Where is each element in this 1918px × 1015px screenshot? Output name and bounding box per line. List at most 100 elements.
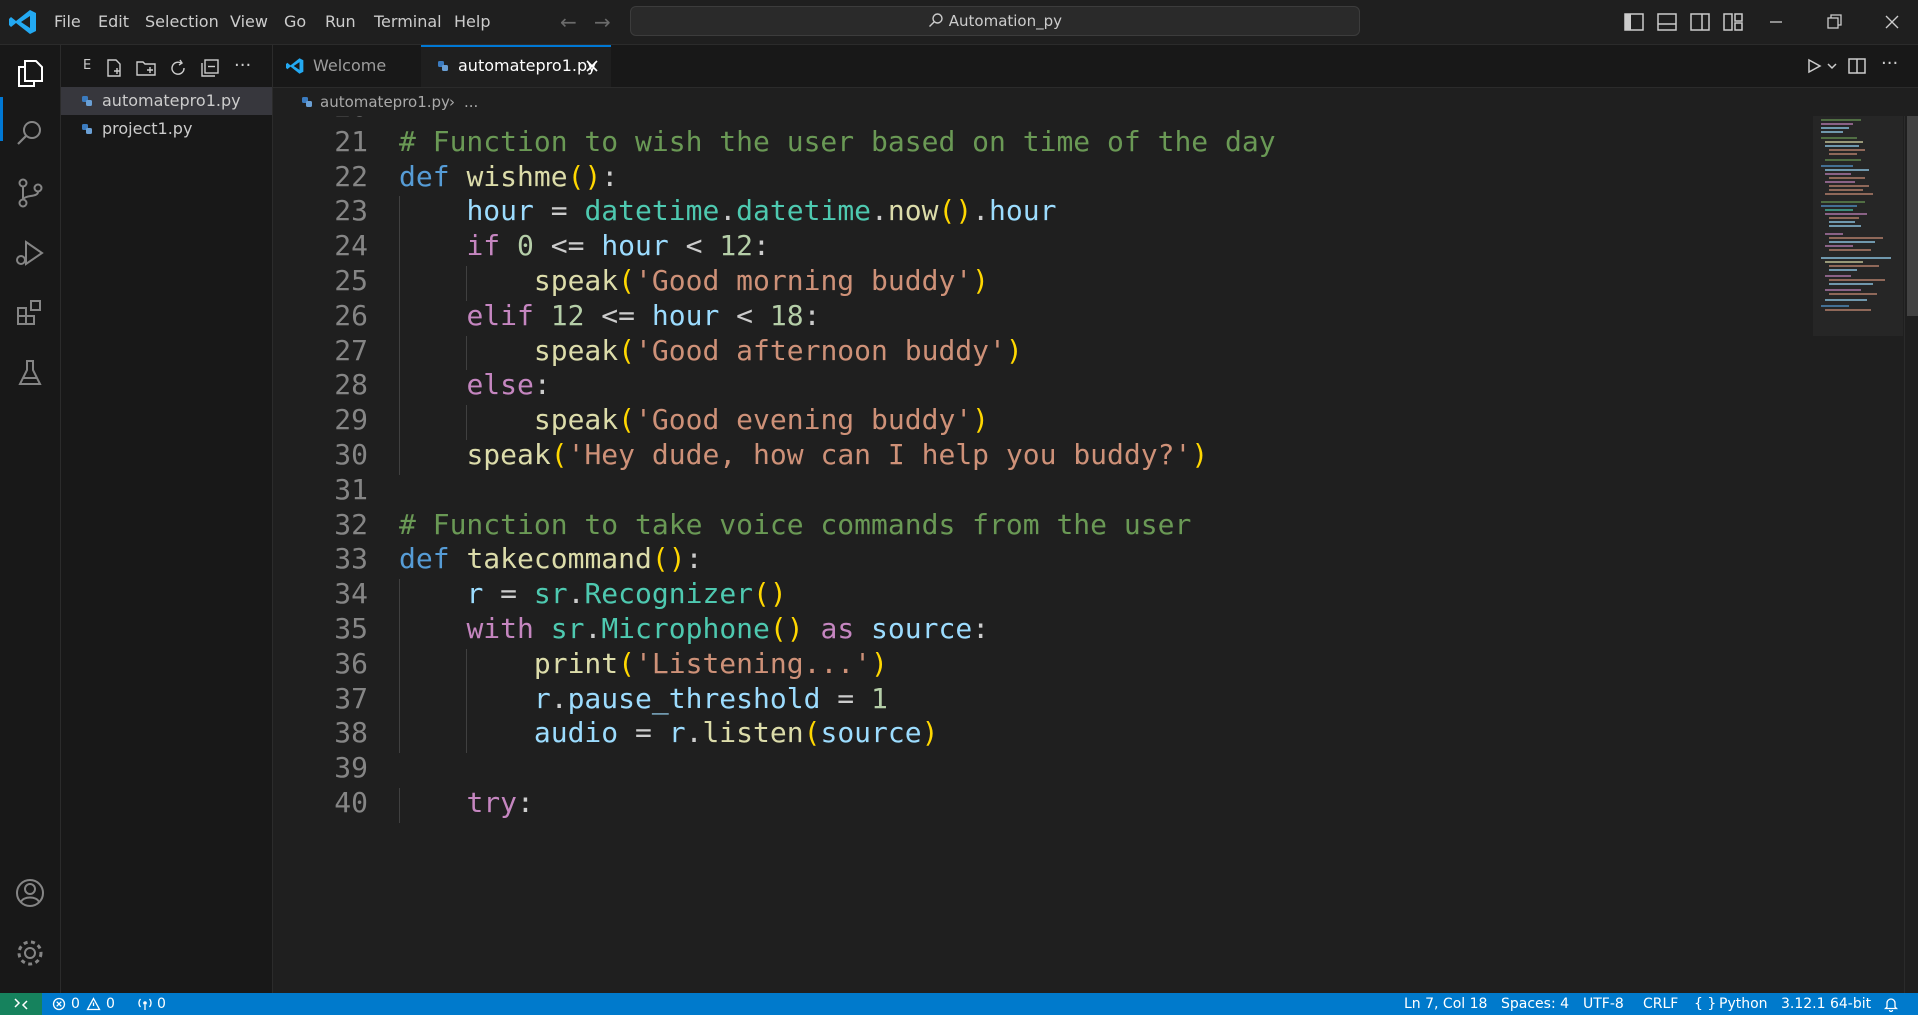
code-line[interactable]: def wishme():: [399, 160, 618, 193]
tab-automatepro1[interactable]: automatepro1.py: [421, 45, 611, 87]
minimize-window-icon[interactable]: [1764, 10, 1788, 34]
code-token: hour: [651, 298, 720, 332]
run-and-debug-icon[interactable]: [12, 235, 48, 271]
new-folder-icon[interactable]: [135, 57, 157, 79]
python-file-icon: [82, 96, 92, 106]
explorer-icon[interactable]: [12, 55, 48, 91]
toggle-primary-sidebar-icon[interactable]: [1622, 10, 1646, 34]
code-token: 12: [719, 229, 754, 263]
code-token: def: [399, 542, 450, 576]
end-of-line[interactable]: CRLF: [1643, 993, 1678, 1015]
close-tab-icon[interactable]: [585, 59, 599, 73]
code-token: (): [753, 577, 787, 611]
more-actions-icon[interactable]: ···: [234, 55, 251, 76]
search-icon[interactable]: [12, 115, 48, 151]
code-token: Microphone: [601, 612, 770, 645]
toggle-panel-icon[interactable]: [1655, 10, 1679, 34]
code-token: (): [769, 612, 804, 645]
explorer-file-project1[interactable]: project1.py: [61, 115, 272, 143]
indentation[interactable]: Spaces: 4: [1501, 993, 1569, 1015]
indent-guide: [466, 335, 468, 371]
code-token: ): [1005, 333, 1023, 367]
code-line[interactable]: if 0 <= hour < 12:: [399, 229, 769, 263]
code-token: 'Hey dude, how can I help you buddy?': [567, 438, 1192, 471]
scrollbar-thumb[interactable]: [1907, 116, 1918, 316]
code-token: datetime: [736, 194, 872, 228]
nav-forward-arrow-icon[interactable]: →: [594, 10, 611, 34]
testing-flask-icon[interactable]: [12, 355, 48, 391]
cursor-position[interactable]: Ln 7, Col 18: [1404, 993, 1487, 1015]
code-line[interactable]: with sr.Microphone() as source:: [399, 612, 989, 645]
indent-guide: [399, 718, 400, 754]
ports-count[interactable]: 0: [157, 993, 166, 1015]
code-line[interactable]: hour = datetime.datetime.now().hour: [399, 194, 1056, 227]
code-line[interactable]: speak('Good morning buddy'): [399, 264, 989, 297]
vscode-logo-icon[interactable]: [8, 8, 38, 36]
code-line[interactable]: else:: [399, 368, 550, 401]
code-line[interactable]: speak('Good evening buddy'): [399, 403, 989, 436]
menu-terminal[interactable]: Terminal: [374, 12, 442, 31]
code-token: # Function to wish the user based on tim…: [399, 124, 1276, 158]
code-line[interactable]: speak('Hey dude, how can I help you budd…: [399, 438, 1208, 471]
restore-window-icon[interactable]: [1822, 10, 1846, 34]
menu-selection[interactable]: Selection: [145, 12, 219, 31]
vertical-scrollbar[interactable]: [1904, 116, 1918, 993]
command-center-search[interactable]: Automation_py: [630, 6, 1360, 36]
refresh-explorer-icon[interactable]: [167, 57, 189, 79]
source-control-icon[interactable]: [12, 175, 48, 211]
code-token: now: [887, 194, 939, 228]
code-token: <=: [584, 298, 652, 332]
code-line[interactable]: r.pause_threshold = 1: [399, 682, 888, 715]
code-line[interactable]: r = sr.Recognizer(): [399, 577, 787, 611]
python-interpreter[interactable]: 3.12.1 64-bit: [1781, 993, 1871, 1015]
run-python-file-icon[interactable]: [1805, 57, 1823, 75]
menu-help[interactable]: Help: [454, 12, 490, 31]
menu-file[interactable]: File: [54, 12, 81, 31]
code-line[interactable]: try:: [399, 786, 533, 819]
breadcrumb-file[interactable]: automatepro1.py: [320, 88, 450, 116]
nav-back-arrow-icon[interactable]: ←: [560, 10, 577, 34]
python-file-icon: [302, 97, 312, 107]
settings-gear-icon[interactable]: [12, 935, 48, 971]
menu-edit[interactable]: Edit: [98, 12, 129, 31]
code-line[interactable]: elif 12 <= hour < 18:: [399, 299, 820, 332]
indent-guide: [399, 300, 400, 336]
menu-view[interactable]: View: [230, 12, 268, 31]
code-line[interactable]: def takecommand():: [399, 542, 702, 575]
code-line[interactable]: # Function to take voice commands from t…: [399, 508, 1191, 541]
tab-welcome[interactable]: Welcome: [273, 45, 422, 87]
code-token: 1: [871, 681, 888, 715]
error-count[interactable]: 0: [71, 993, 80, 1015]
indent-guide: [399, 683, 400, 719]
code-token: (: [618, 403, 636, 437]
more-actions-icon[interactable]: ···: [1881, 53, 1898, 74]
warning-count[interactable]: 0: [106, 993, 115, 1015]
toggle-secondary-sidebar-icon[interactable]: [1688, 10, 1712, 34]
customize-layout-icon[interactable]: [1721, 10, 1745, 34]
minimap[interactable]: [1813, 116, 1903, 993]
remote-indicator[interactable]: [0, 993, 42, 1015]
code-line[interactable]: print('Listening...'): [399, 647, 888, 680]
code-line[interactable]: speak('Good afternoon buddy'): [399, 334, 1023, 367]
indent-guide: [399, 231, 400, 266]
code-line[interactable]: audio = r.listen(source): [399, 716, 939, 749]
explorer-file-automatepro1[interactable]: automatepro1.py: [61, 87, 272, 115]
menu-run[interactable]: Run: [325, 12, 356, 31]
split-editor-icon[interactable]: [1847, 56, 1867, 76]
encoding[interactable]: UTF-8: [1583, 993, 1624, 1015]
breadcrumb-symbols[interactable]: ...: [464, 88, 478, 116]
chevron-down-icon[interactable]: [1826, 60, 1838, 72]
notifications-bell-icon[interactable]: [1884, 996, 1898, 1012]
close-window-icon[interactable]: [1880, 10, 1904, 34]
code-editor[interactable]: 2021 # Function to wish the user based on…: [273, 116, 1918, 993]
collapse-folders-icon[interactable]: [199, 57, 221, 79]
accounts-icon[interactable]: [12, 875, 48, 911]
line-number: 27: [334, 333, 368, 367]
extensions-icon[interactable]: [12, 295, 48, 331]
code-line[interactable]: # Function to wish the user based on tim…: [399, 125, 1276, 158]
new-file-icon[interactable]: [103, 57, 125, 79]
menu-go[interactable]: Go: [284, 12, 306, 31]
language-mode[interactable]: Python: [1719, 993, 1768, 1015]
file-name: automatepro1.py: [102, 91, 241, 110]
